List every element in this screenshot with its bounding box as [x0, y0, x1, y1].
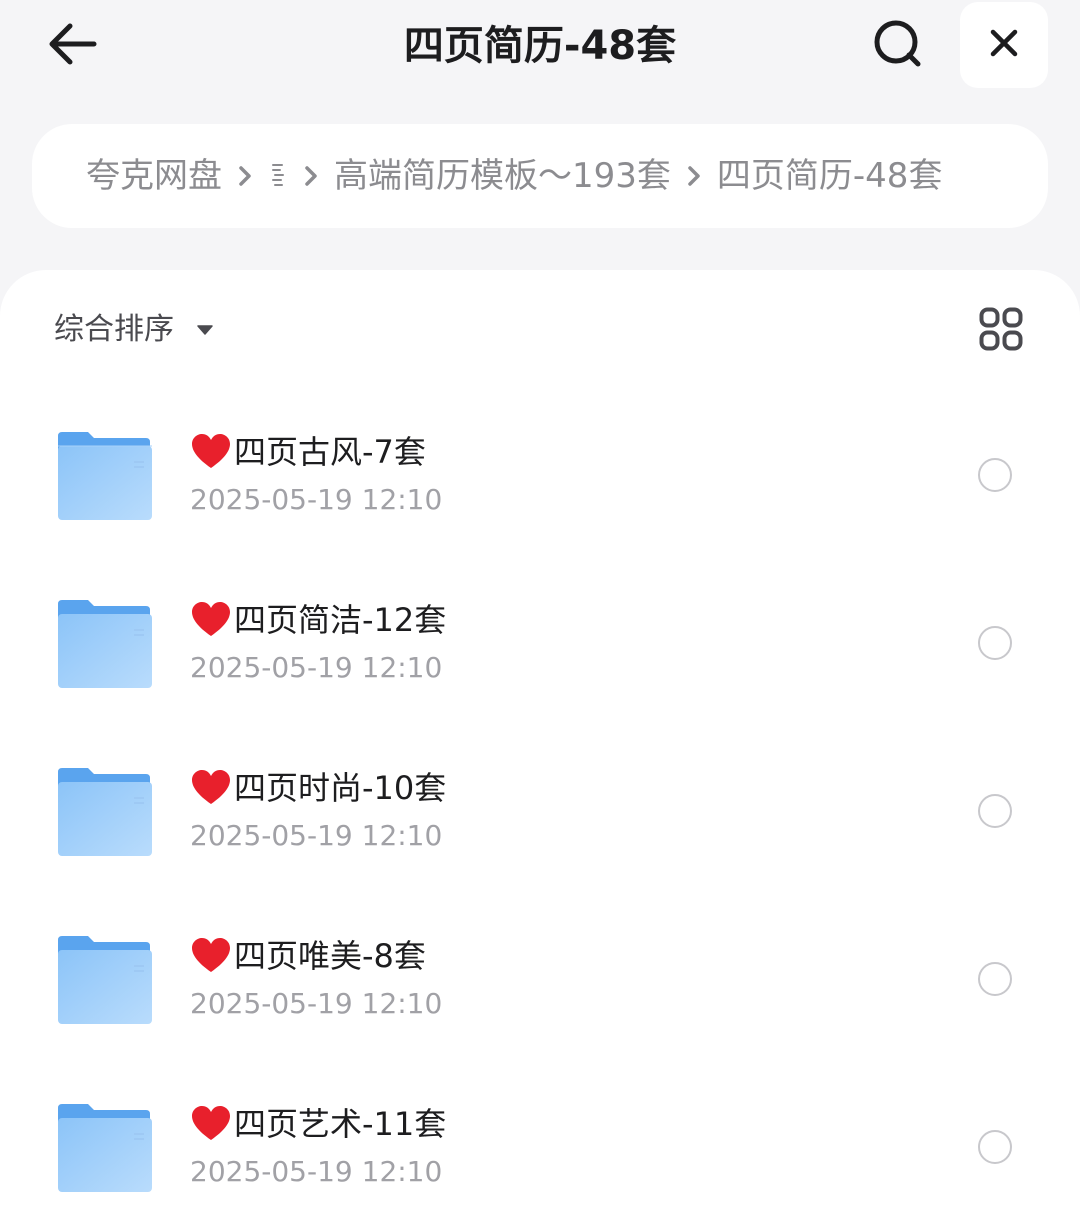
file-name-text: 四页简洁-12套: [234, 601, 447, 639]
folder-icon: [56, 1104, 154, 1194]
breadcrumb: 夸克网盘 高端简历模板～193套 四页简历-48套: [32, 124, 1048, 228]
chevron-right-icon: [677, 154, 711, 198]
list-item[interactable]: 四页艺术-11套 2025-05-19 12:10: [0, 1062, 1080, 1212]
file-name: 四页唯美-8套: [190, 934, 426, 978]
file-list: 四页古风-7套 2025-05-19 12:10 四页简洁-12套 2025-0…: [0, 390, 1080, 1212]
collapsed-path-icon[interactable]: [268, 154, 288, 198]
chevron-right-icon: [294, 154, 328, 198]
list-item[interactable]: 四页时尚-10套 2025-05-19 12:10: [0, 726, 1080, 894]
file-name: 四页简洁-12套: [190, 598, 446, 642]
file-date: 2025-05-19 12:10: [190, 987, 443, 1020]
file-date: 2025-05-19 12:10: [190, 819, 443, 852]
select-radio[interactable]: [978, 962, 1012, 996]
folder-icon: [56, 768, 154, 858]
breadcrumb-item-root[interactable]: 夸克网盘: [86, 154, 222, 198]
heart-icon: [190, 936, 232, 976]
folder-icon: [56, 936, 154, 1026]
list-item[interactable]: 四页简洁-12套 2025-05-19 12:10: [0, 558, 1080, 726]
heart-icon: [190, 600, 232, 640]
select-radio[interactable]: [978, 794, 1012, 828]
caret-down-icon: [196, 324, 214, 336]
list-item[interactable]: 四页古风-7套 2025-05-19 12:10: [0, 390, 1080, 558]
sort-dropdown[interactable]: 综合排序: [54, 310, 214, 350]
heart-icon: [190, 432, 232, 472]
select-radio[interactable]: [978, 626, 1012, 660]
close-button[interactable]: [960, 2, 1048, 88]
file-browser-screen: 四页简历-48套 夸克网盘 高端简历模板～193套 四页简历-48套 综合排序 …: [0, 0, 1080, 1212]
close-icon: [989, 28, 1019, 62]
breadcrumb-item-parent[interactable]: 高端简历模板～193套: [334, 154, 671, 198]
file-name-text: 四页时尚-10套: [234, 769, 447, 807]
file-date: 2025-05-19 12:10: [190, 651, 443, 684]
breadcrumb-item-current[interactable]: 四页简历-48套: [717, 154, 943, 198]
sort-label: 综合排序: [54, 312, 174, 347]
folder-icon: [56, 600, 154, 690]
file-name: 四页古风-7套: [190, 430, 426, 474]
heart-icon: [190, 1104, 232, 1144]
heart-icon: [190, 768, 232, 808]
select-radio[interactable]: [978, 1130, 1012, 1164]
header-bar: 四页简历-48套: [0, 0, 1080, 100]
file-name-text: 四页古风-7套: [234, 433, 426, 471]
file-name-text: 四页艺术-11套: [234, 1105, 447, 1143]
file-name-text: 四页唯美-8套: [234, 937, 426, 975]
folder-icon: [56, 432, 154, 522]
file-name: 四页艺术-11套: [190, 1102, 446, 1146]
select-radio[interactable]: [978, 458, 1012, 492]
grid-view-icon: [979, 307, 1023, 355]
file-date: 2025-05-19 12:10: [190, 483, 443, 516]
chevron-right-icon: [228, 154, 262, 198]
list-item[interactable]: 四页唯美-8套 2025-05-19 12:10: [0, 894, 1080, 1062]
file-list-panel: 综合排序 四页古风-7套 2025-05-19 12:10 四页简洁-12套 2…: [0, 270, 1080, 1212]
view-toggle-button[interactable]: [972, 306, 1030, 356]
search-button[interactable]: [866, 18, 930, 74]
file-name: 四页时尚-10套: [190, 766, 446, 810]
search-icon: [871, 17, 925, 75]
file-date: 2025-05-19 12:10: [190, 1155, 443, 1188]
